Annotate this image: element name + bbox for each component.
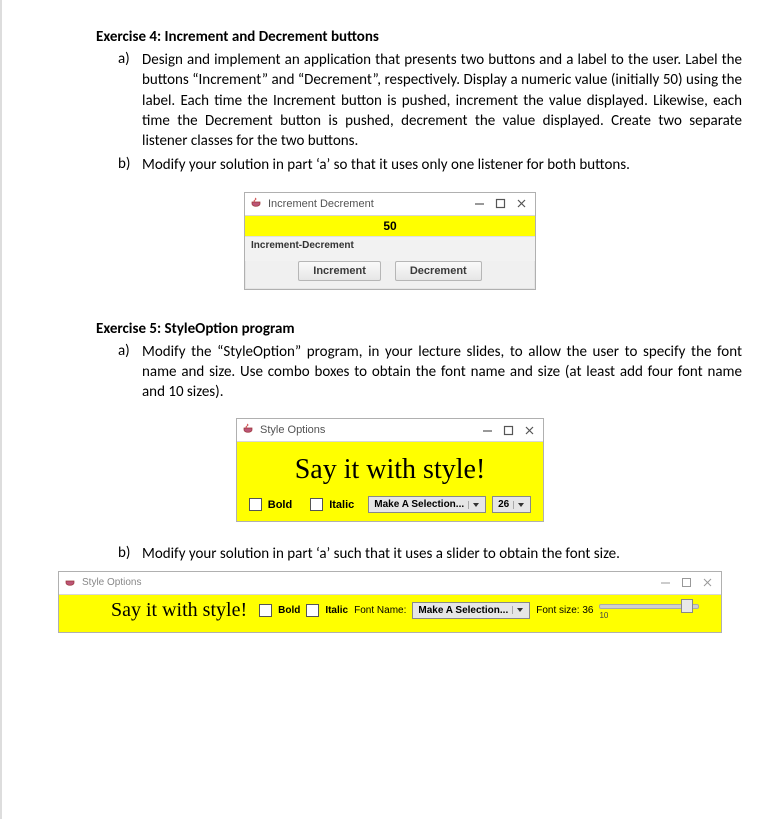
maximize-icon[interactable]: [503, 425, 514, 436]
styleoptions-window: Style Options Say it with style! Bold It…: [236, 418, 544, 522]
exercise5-item-b: b) Modify your solution in part ‘a’ such…: [118, 544, 742, 564]
style-headline: Say it with style!: [243, 454, 537, 486]
exercise5-b-text: Modify your solution in part ‘a’ such th…: [142, 544, 742, 564]
fontsize-combo-value: 26: [498, 499, 509, 510]
window-titlebar: Style Options: [59, 572, 721, 595]
italic-checkbox[interactable]: [310, 498, 323, 511]
bold-checkbox[interactable]: [249, 498, 262, 511]
list-marker: a): [118, 342, 142, 403]
decrement-button[interactable]: Decrement: [395, 261, 482, 281]
list-marker: a): [118, 50, 142, 151]
fontname-combo[interactable]: Make A Selection...: [412, 602, 530, 619]
exercise4-a-text: Design and implement an application that…: [142, 50, 742, 151]
italic-checkbox[interactable]: [306, 604, 319, 617]
font-name-label: Font Name:: [354, 605, 406, 616]
close-icon[interactable]: [516, 198, 527, 209]
fontsize-slider[interactable]: 10: [599, 600, 699, 612]
fontname-combo[interactable]: Make A Selection...: [368, 496, 486, 513]
window-titlebar: Style Options: [237, 419, 543, 442]
italic-label: Italic: [329, 499, 354, 511]
fontname-combo-value: Make A Selection...: [374, 499, 464, 510]
counter-value: 50: [245, 216, 535, 236]
chevron-down-icon: [513, 501, 528, 509]
exercise4-heading: Exercise 4: Increment and Decrement butt…: [96, 28, 742, 46]
list-marker: b): [118, 544, 142, 564]
font-size-label: Font size: 36: [536, 605, 593, 616]
minimize-icon[interactable]: [482, 425, 493, 436]
list-marker: b): [118, 155, 142, 175]
fontname-combo-value: Make A Selection...: [418, 605, 508, 616]
window-title: Style Options: [82, 577, 656, 588]
fontsize-combo[interactable]: 26: [492, 496, 531, 513]
chevron-down-icon: [468, 501, 483, 509]
bold-label: Bold: [268, 499, 292, 511]
java-cup-icon: [249, 197, 263, 211]
exercise4-b-text: Modify your solution in part ‘a’ so that…: [142, 155, 742, 175]
incdec-window: Increment Decrement 50 Increment-Decreme…: [244, 192, 536, 290]
exercise5-a-text: Modify the “StyleOption” program, in you…: [142, 342, 742, 403]
maximize-icon[interactable]: [681, 577, 692, 588]
styleoptions-slider-window: Style Options Say it with style! Bold It…: [58, 571, 722, 633]
maximize-icon[interactable]: [495, 198, 506, 209]
window-titlebar: Increment Decrement: [245, 193, 535, 216]
style-headline: Say it with style!: [111, 599, 247, 622]
chevron-down-icon: [512, 606, 527, 614]
bold-label: Bold: [278, 605, 300, 616]
java-cup-icon: [63, 576, 77, 590]
exercise5-item-a: a) Modify the “StyleOption” program, in …: [118, 342, 742, 403]
document-page: Exercise 4: Increment and Decrement butt…: [0, 0, 782, 819]
increment-button[interactable]: Increment: [298, 261, 381, 281]
window-title: Style Options: [260, 424, 478, 436]
exercise4-item-b: b) Modify your solution in part ‘a’ so t…: [118, 155, 742, 175]
exercise5-heading: Exercise 5: StyleOption program: [96, 320, 742, 338]
slider-thumb[interactable]: [681, 599, 693, 613]
window-title: Increment Decrement: [268, 198, 470, 210]
incdec-tab-label: Increment-Decrement: [245, 236, 535, 261]
bold-checkbox[interactable]: [259, 604, 272, 617]
close-icon[interactable]: [524, 425, 535, 436]
exercise4-item-a: a) Design and implement an application t…: [118, 50, 742, 151]
java-cup-icon: [241, 423, 255, 437]
minimize-icon[interactable]: [474, 198, 485, 209]
minimize-icon[interactable]: [660, 577, 671, 588]
close-icon[interactable]: [702, 577, 713, 588]
slider-tick-10: 10: [599, 611, 608, 620]
italic-label: Italic: [325, 605, 348, 616]
